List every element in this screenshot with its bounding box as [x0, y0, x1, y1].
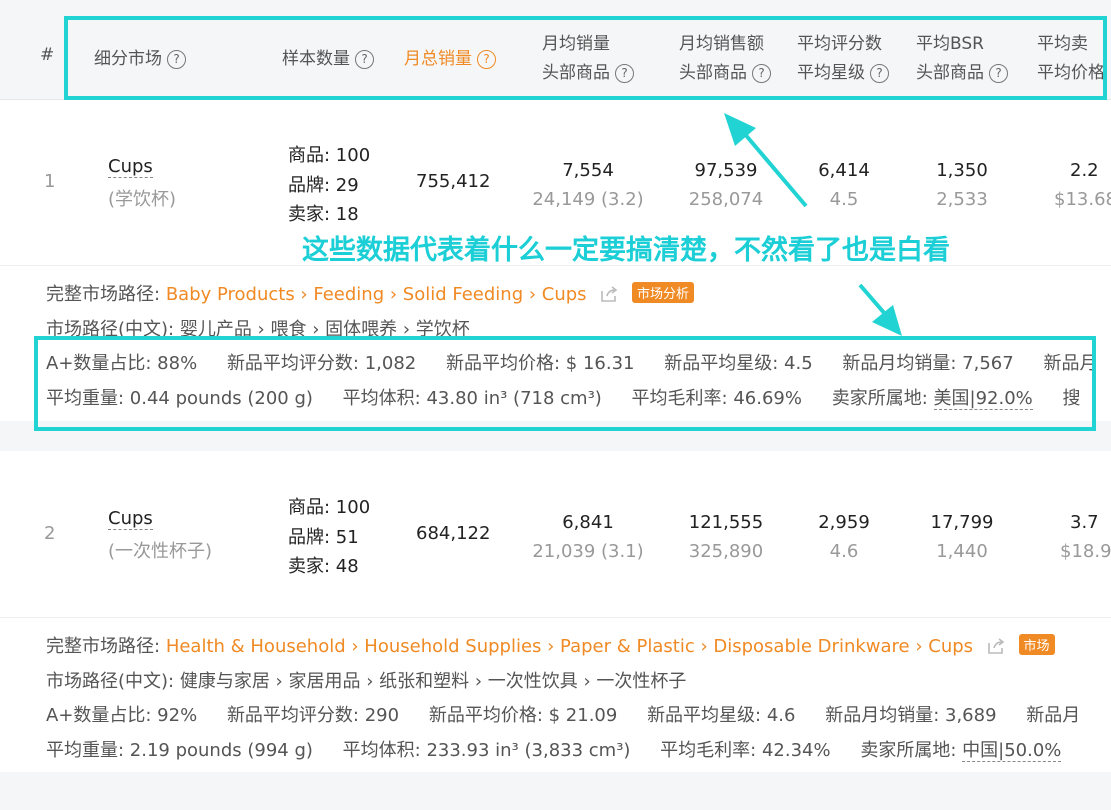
seller-origin[interactable]: 中国|50.0% [962, 740, 1062, 762]
highlight-box-stats [34, 336, 1096, 431]
row-index: 1 [44, 171, 56, 192]
avg-rating: 2,959 4.6 [818, 512, 870, 562]
market-name-cn: (一次性杯子) [108, 541, 213, 562]
share-icon[interactable] [600, 286, 618, 302]
avg-price: 2.2 $13.68 [1054, 160, 1111, 210]
monthly-sales: 7,554 24,149 (3.2) [532, 160, 644, 210]
market-path-link[interactable]: Health & Household › Household Supplies … [166, 636, 973, 657]
divider [0, 617, 1111, 618]
highlight-box-header [64, 16, 1107, 100]
monthly-total: 755,412 [416, 171, 491, 192]
row-separator [0, 772, 1111, 810]
stats-line-2: 平均重量: 2.19 pounds (994 g) 平均体积: 233.93 i… [46, 740, 1062, 762]
market-name-cn: (学饮杯) [108, 189, 177, 210]
share-icon[interactable] [987, 638, 1005, 654]
market-analysis-tag[interactable]: 市场分析 [632, 282, 695, 303]
annotation-text: 这些数据代表着什么一定要搞清楚，不然看了也是白看 [302, 235, 950, 266]
row-index: 2 [44, 523, 56, 544]
market-name[interactable]: Cups [108, 156, 153, 178]
monthly-revenue: 97,539 258,074 [688, 160, 764, 210]
avg-rating: 6,414 4.5 [818, 160, 870, 210]
market-name[interactable]: Cups [108, 508, 153, 530]
market-path-cn: 市场路径(中文): 健康与家居 › 家居用品 › 纸张和塑料 › 一次性饮具 ›… [46, 671, 687, 692]
avg-bsr: 1,350 2,533 [936, 160, 988, 210]
market-path-link[interactable]: Baby Products › Feeding › Solid Feeding … [166, 284, 587, 305]
monthly-sales: 6,841 21,039 (3.1) [532, 512, 644, 562]
market-path: 完整市场路径: Baby Products › Feeding › Solid … [46, 280, 695, 306]
monthly-total: 684,122 [416, 523, 491, 544]
avg-bsr: 17,799 1,440 [930, 512, 994, 562]
sample-count: 商品: 100 品牌: 51 卖家: 48 [288, 497, 371, 577]
market-analysis-tag[interactable]: 市场 [1018, 634, 1055, 655]
avg-price: 3.7 $18.9 [1060, 512, 1111, 562]
market-path: 完整市场路径: Health & Household › Household S… [46, 632, 1055, 658]
monthly-revenue: 121,555 325,890 [688, 512, 764, 562]
stats-line-1: A+数量占比: 92% 新品平均评分数: 290 新品平均价格: $ 21.09… [46, 705, 1081, 726]
sample-count: 商品: 100 品牌: 29 卖家: 18 [288, 145, 371, 225]
col-index: # [40, 45, 55, 65]
